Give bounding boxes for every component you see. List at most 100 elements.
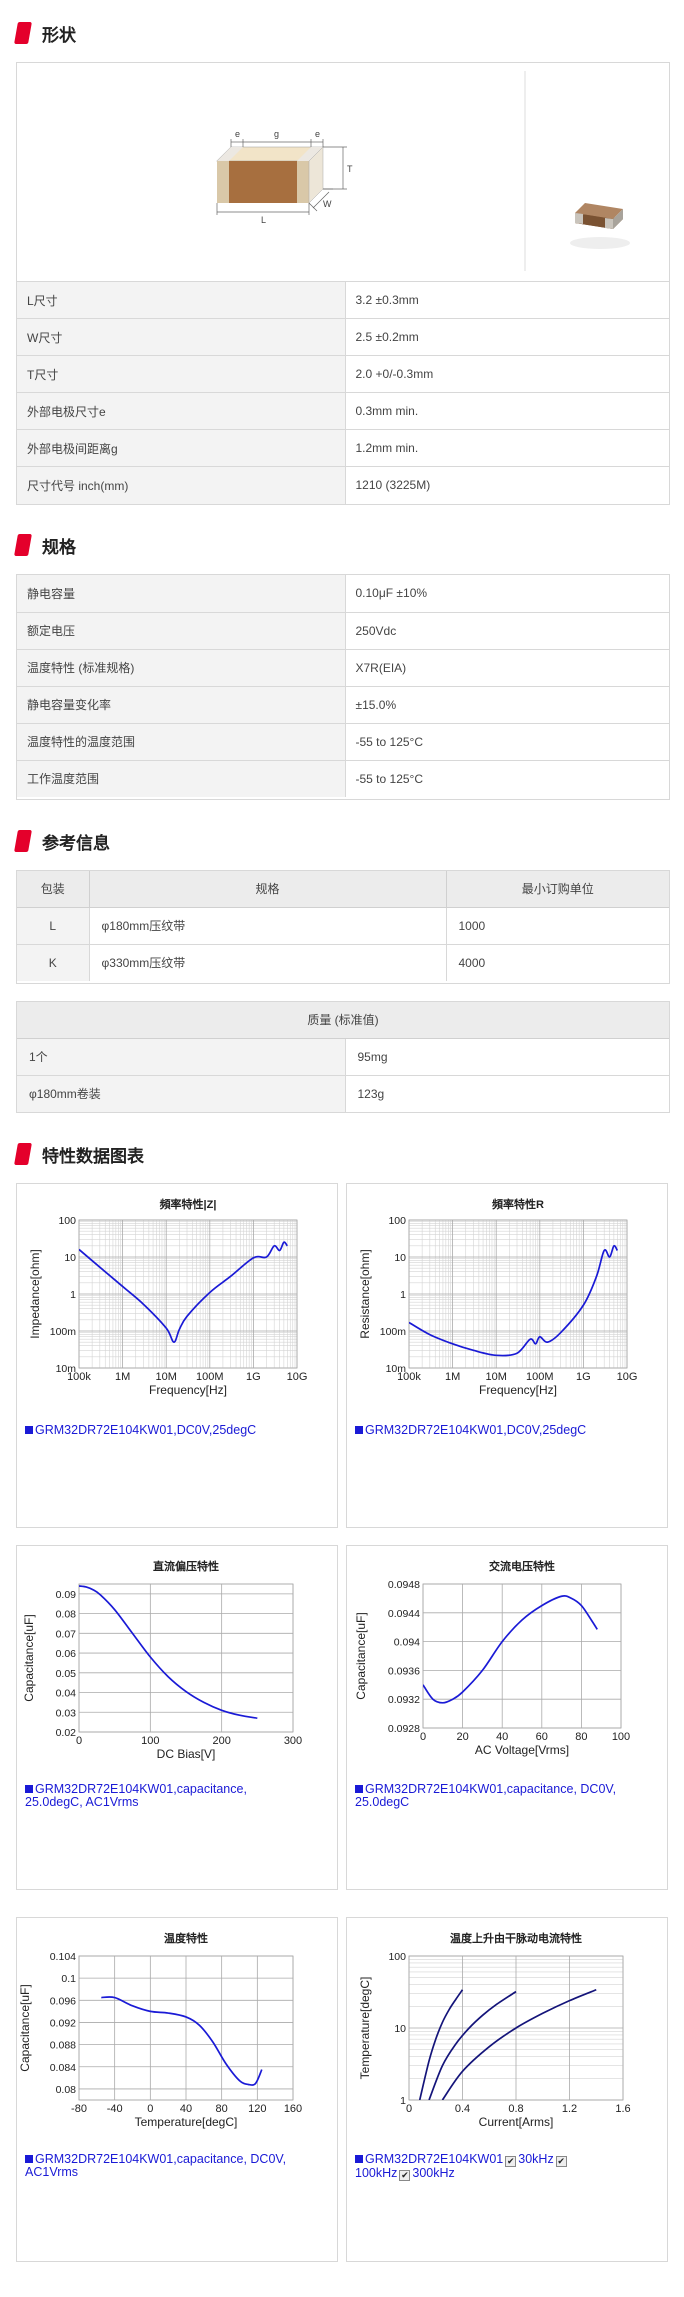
- impedance-chart: 頻率特性|Z|100k 1M 10M 100M 1G 10G10m100m110100Fr…: [28, 1197, 307, 1397]
- y-tick-label: 10: [394, 2023, 406, 2035]
- section-header-ref: 参考信息: [14, 826, 110, 856]
- y-tick-label: 0.03: [56, 1707, 77, 1719]
- chart-title: 温度上升由干脉动电流特性: [450, 1931, 582, 1945]
- pack-table: 包装 规格 最小订购单位 L φ180mm压纹带 1000 K φ330mm压纹…: [17, 871, 669, 981]
- row-label: 尺寸代号 inch(mm): [17, 466, 346, 504]
- dim-label-g: g: [274, 129, 279, 139]
- dim-label-l: L: [261, 215, 266, 225]
- table-row: 尺寸代号 inch(mm) 1210 (3225M): [17, 466, 669, 504]
- table-cell: 123g: [345, 1074, 669, 1112]
- chart-legend[interactable]: GRM32DR72E104KW01,capacitance, DC0V, AC1…: [25, 2153, 325, 2179]
- y-tick-label: 10: [394, 1252, 406, 1264]
- y-tick-label: 0.05: [56, 1668, 77, 1680]
- x-tick-label: -40: [107, 2103, 123, 2115]
- x-tick-label: 100M: [196, 1371, 224, 1383]
- x-tick-label: 200: [212, 1735, 230, 1747]
- table-cell: φ180mm卷装: [17, 1074, 346, 1112]
- x-tick-label: 0: [420, 1731, 426, 1743]
- y-tick-label: 0.1: [61, 1973, 76, 1985]
- legend-swatch: [355, 1426, 363, 1434]
- mass-panel: 质量 (标准值) 1个 95mg φ180mm卷装 123g: [16, 1001, 670, 1113]
- y-axis-label: Impedance[ohm]: [28, 1249, 42, 1338]
- chart-title: 頻率特性R: [492, 1197, 544, 1211]
- chart-legend[interactable]: GRM32DR72E104KW01 ✔ 30kHz ✔ 100kHz ✔ 300kHz: [355, 2153, 655, 2181]
- x-tick-label: 40: [180, 2103, 192, 2115]
- dim-label-e: e: [235, 129, 240, 139]
- section-header-spec: 规格: [14, 530, 76, 560]
- checkbox-300khz[interactable]: ✔: [399, 2170, 411, 2181]
- row-value: X7R(EIA): [345, 648, 669, 686]
- chart-legend[interactable]: GRM32DR72E104KW01,DC0V,25degC: [25, 1424, 325, 1437]
- table-cell: K: [17, 943, 90, 981]
- row-label: 静电容量变化率: [17, 685, 346, 723]
- y-axis-label: Capacitance[uF]: [22, 1614, 36, 1701]
- x-tick-label: 300: [284, 1735, 302, 1747]
- x-tick-label: 100M: [526, 1371, 554, 1383]
- y-tick-label: 0.07: [56, 1628, 77, 1640]
- x-tick-label: 0: [147, 2103, 153, 2115]
- y-axis-label: Temperature[degC]: [358, 1977, 372, 2080]
- chart-legend[interactable]: GRM32DR72E104KW01,DC0V,25degC: [355, 1424, 655, 1437]
- legend-swatch: [25, 1426, 33, 1434]
- x-tick-label: 40: [496, 1731, 508, 1743]
- legend-swatch: [25, 1785, 33, 1793]
- x-tick-label: 60: [536, 1731, 548, 1743]
- section-header-charts: 特性数据图表: [14, 1139, 144, 1169]
- row-value: 3.2 ±0.3mm: [355, 293, 419, 307]
- y-tick-label: 0.092: [50, 2017, 76, 2029]
- product-photo: [570, 203, 630, 249]
- table-row: 外部电极间距离g 1.2mm min.: [17, 429, 669, 467]
- y-tick-label: 0.02: [56, 1727, 77, 1739]
- shape-panel: e g e T L W L尺寸 3.2 ±0.3mm W尺寸 2.5 ±0.2m…: [16, 62, 670, 505]
- y-tick-label: 100: [58, 1215, 76, 1227]
- row-value: 2.0 +0/-0.3mm: [345, 355, 669, 393]
- chart-title: 交流电压特性: [489, 1559, 555, 1573]
- row-label: 额定电压: [17, 611, 346, 649]
- section-title: 规格: [42, 537, 76, 557]
- legend-text: GRM32DR72E104KW01,DC0V,25degC: [35, 1423, 257, 1437]
- table-row: K φ330mm压纹带 4000: [17, 943, 669, 981]
- table-cell: φ180mm压纹带: [89, 906, 447, 944]
- table-cell: L: [17, 906, 90, 944]
- col-header: 最小订购单位: [446, 871, 669, 908]
- y-tick-label: 1: [400, 2095, 406, 2107]
- x-axis-label: Current[Arms]: [479, 2115, 554, 2129]
- x-tick-label: 1M: [445, 1371, 460, 1383]
- row-value: 0.10μF ±10%: [355, 586, 428, 601]
- section-marker-icon: [14, 830, 32, 852]
- chart-card-impedance: 頻率特性|Z| 100k 1M 10M 100M 1G 10G 10m 100m 1 10 100 Fr…: [16, 1183, 338, 1528]
- legend-item-label: 30kHz: [518, 2152, 554, 2166]
- chart-title: 直流偏压特性: [153, 1559, 219, 1573]
- x-tick-label: 80: [575, 1731, 587, 1743]
- row-value: 2.5 ±0.2mm: [345, 318, 669, 356]
- table-row: 工作温度范围 -55 to 125°C: [17, 759, 669, 797]
- checkbox-100khz[interactable]: ✔: [555, 2156, 567, 2167]
- spec-table: 静电容量 0.10μF ±10% 额定电压 250Vdc 温度特性 (标准规格) X7R(…: [17, 575, 669, 797]
- spec-panel: 静电容量 0.10μF ±10% 额定电压 250Vdc 温度特性 (标准规格) X7R(…: [16, 574, 670, 800]
- section-title: 形状: [42, 25, 76, 45]
- table-row: L φ180mm压纹带 1000: [17, 906, 669, 944]
- row-label: 静电容量: [17, 575, 346, 612]
- mass-table: 质量 (标准值) 1个 95mg φ180mm卷装 123g: [17, 1002, 669, 1112]
- x-tick-label: 0: [76, 1735, 82, 1747]
- y-tick-label: 100m: [50, 1326, 77, 1338]
- y-tick-label: 0.104: [50, 1951, 76, 1963]
- y-tick-label: 1: [70, 1289, 76, 1301]
- y-tick-label: 0.09: [56, 1589, 77, 1601]
- table-cell: 1个: [17, 1037, 346, 1075]
- chart-card-acvoltage: 交流电压特性 0 20 40 60 80 100 0.0928 0.0932 0.0936 0.09…: [346, 1545, 668, 1890]
- x-tick-label: 0: [406, 2103, 412, 2115]
- chart-legend[interactable]: GRM32DR72E104KW01,capacitance, DC0V, 25.…: [355, 1783, 645, 1809]
- legend-swatch: [355, 1785, 363, 1793]
- y-tick-label: 0.0932: [388, 1694, 420, 1706]
- col-header: 质量 (标准值): [17, 1002, 669, 1039]
- chart-title: 温度特性: [164, 1931, 208, 1945]
- checkbox-30khz[interactable]: ✔: [505, 2156, 517, 2167]
- x-axis-label: DC Bias[V]: [157, 1747, 216, 1761]
- chart-legend[interactable]: GRM32DR72E104KW01,capacitance, 25.0degC,…: [25, 1783, 295, 1809]
- y-tick-label: 10m: [56, 1363, 77, 1375]
- chart-card-dcbias: 直流偏压特性 0 100 200 300 0.02 0.03 0.04 0.05 0.06 0.07…: [16, 1545, 338, 1890]
- dcbias-chart: 直流偏压特性 0 100 200 300 0.02 0.03 0.04 0.05 0.06 0.07…: [22, 1559, 302, 1761]
- chart-card-ripple: 温度上升由干脉动电流特性 0 0.4 0.8 1.2 1.6 1 10 100 Current[A…: [346, 1917, 668, 2262]
- x-axis-label: Frequency[Hz]: [479, 1383, 557, 1397]
